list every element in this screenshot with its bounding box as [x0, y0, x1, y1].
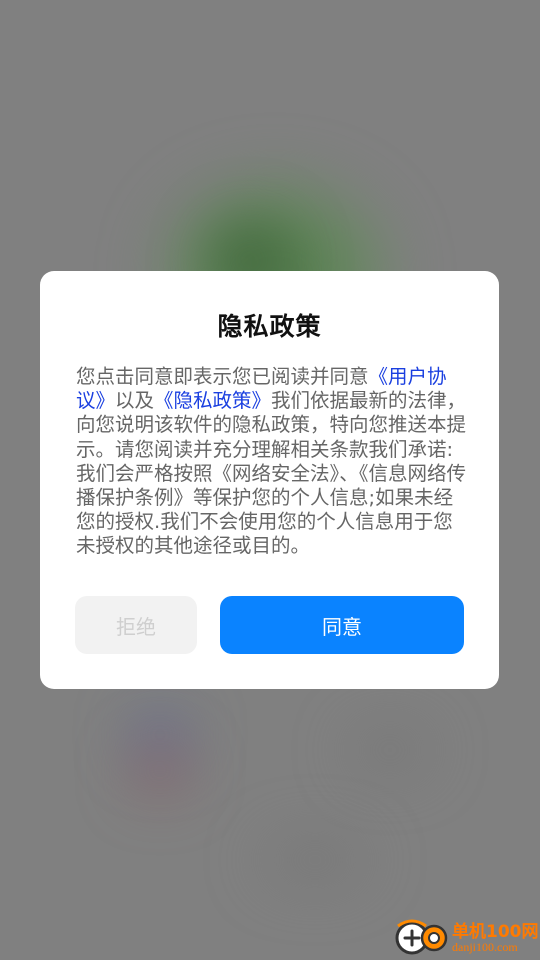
reject-button[interactable]: 拒绝: [75, 596, 197, 654]
watermark-logo-icon: [395, 919, 448, 955]
agree-button[interactable]: 同意: [220, 596, 464, 654]
privacy-policy-link[interactable]: 《隐私政策》: [154, 389, 271, 412]
watermark-name: 单机100网: [452, 922, 539, 942]
dialog-title: 隐私政策: [217, 312, 322, 341]
privacy-policy-dialog: 隐私政策 您点击同意即表示您已阅读并同意《用户协议》以及《隐私政策》我们依据最新…: [40, 271, 499, 689]
watermark: 单机100网 danji100.com: [388, 916, 539, 958]
dialog-body: 您点击同意即表示您已阅读并同意《用户协议》以及《隐私政策》我们依据最新的法律，向…: [76, 365, 467, 559]
blurred-background-grey-lower: [250, 830, 380, 890]
body-intro-text: 您点击同意即表示您已阅读并同意: [76, 365, 369, 388]
body-and-text: 以及: [115, 389, 155, 413]
watermark-url: danji100.com: [452, 940, 518, 954]
blurred-background-grey: [340, 720, 440, 780]
screen: 隐私政策 您点击同意即表示您已阅读并同意《用户协议》以及《隐私政策》我们依据最新…: [0, 0, 540, 960]
blurred-background-red: [120, 740, 200, 800]
body-rest-text: 我们依据最新的法律，向您说明该软件的隐私政策，特向您推送本提示。请您阅读并充分理…: [76, 389, 467, 558]
